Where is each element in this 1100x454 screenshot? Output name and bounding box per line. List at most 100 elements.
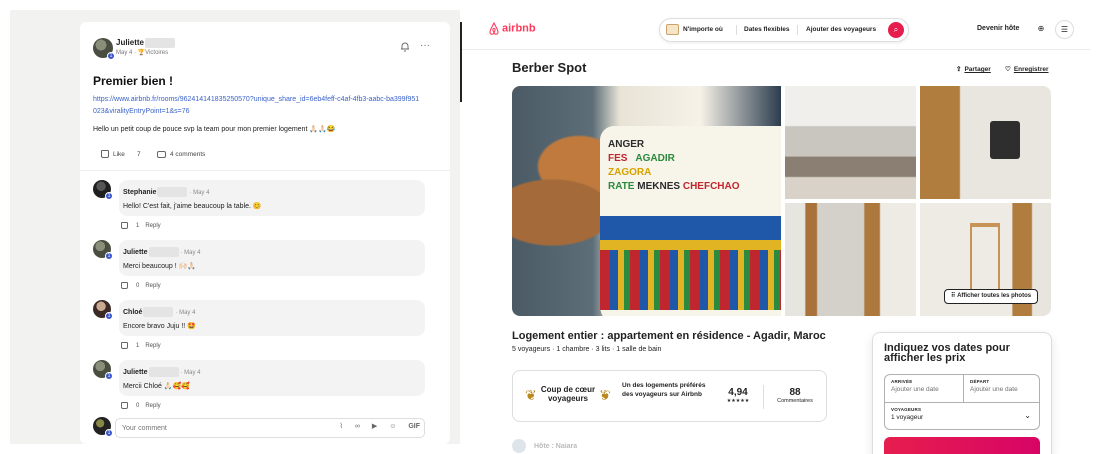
save-button[interactable]: ♡ Enregistrer xyxy=(1005,65,1049,73)
listing-specs: 5 voyageurs · 1 chambre · 3 lits · 1 sal… xyxy=(512,346,662,353)
share-icon: ⇪ xyxy=(956,66,962,73)
bell-icon[interactable] xyxy=(400,41,410,52)
like-button[interactable]: Like xyxy=(93,147,133,163)
review-count: 88 xyxy=(789,387,801,398)
guest-favorite-title: Coup de cœur voyageurs xyxy=(540,385,596,403)
redacted-surname xyxy=(145,38,176,48)
photo-gallery: ANGER FES AGADIR ZAGORA RATE MEKNES CHEF… xyxy=(512,86,1051,316)
chevron-down-icon: ⌄ xyxy=(1024,411,1031,420)
search-dates[interactable]: Dates flexibles xyxy=(744,19,790,41)
rating-value: 4,94 xyxy=(728,387,748,398)
post-link[interactable]: https://www.airbnb.fr/rooms/962414141835… xyxy=(93,94,423,118)
search-icon[interactable]: ⌕ xyxy=(888,22,904,38)
cup-word: ANGER xyxy=(608,139,645,150)
laurel-right-icon: ❦ xyxy=(599,387,611,403)
reply-button[interactable]: Reply xyxy=(145,403,160,409)
search-bar[interactable]: N'importe où Dates flexibles Ajouter des… xyxy=(659,18,909,42)
laurel-left-icon: ❦ xyxy=(525,387,537,403)
post-title: Premier bien ! xyxy=(93,74,174,88)
comment-like-count: 0 xyxy=(136,403,140,410)
listing-title: Berber Spot xyxy=(512,60,587,75)
guest-favorite-card[interactable]: ❦ Coup de cœur voyageurs ❦ Un des logeme… xyxy=(512,370,827,422)
commenter-name[interactable]: Stephanie · May 4 xyxy=(123,187,209,197)
search-where[interactable]: N'importe où xyxy=(666,19,723,41)
become-host-link[interactable]: Devenir hôte xyxy=(977,25,1019,32)
host-row: Hôte : Naiara xyxy=(512,439,577,453)
commenter-name[interactable]: Juliette · May 4 xyxy=(123,367,200,377)
comment-like-count: 1 xyxy=(136,223,140,230)
post-body: Hello un petit coup de pouce svp la team… xyxy=(93,126,336,133)
post-date: May 4 xyxy=(116,50,133,56)
reviews-label: Commentaires xyxy=(777,398,813,404)
globe-icon[interactable]: ⊕ xyxy=(1034,22,1048,36)
cup-word: FES xyxy=(608,153,628,164)
commenter-name[interactable]: Juliette · May 4 xyxy=(123,247,200,257)
reply-button[interactable]: Reply xyxy=(145,283,160,289)
my-avatar: 1 xyxy=(93,417,113,437)
composer-tools: ⌇ ∞ ▶ ☺ GIF xyxy=(330,422,420,430)
thumbs-up-icon[interactable] xyxy=(121,402,128,409)
star-icons: ★★★★★ xyxy=(726,398,750,404)
comments-button[interactable]: 4 comments xyxy=(157,147,205,163)
search-guests[interactable]: Ajouter des voyageurs xyxy=(806,19,876,41)
living-room-photo[interactable] xyxy=(785,86,916,199)
commenter-avatar[interactable]: 1 xyxy=(93,180,113,200)
post-category: Victoires xyxy=(145,50,169,56)
comment-text: Encore bravo Juju !! 🤩 xyxy=(123,323,196,330)
author-avatar[interactable]: 1 xyxy=(93,38,115,60)
screenshot-root: 1 Juliette May 4 · 🏆Victoires ··· Premie… xyxy=(0,0,1100,454)
link-icon[interactable]: ∞ xyxy=(355,423,360,430)
main-photo[interactable]: ANGER FES AGADIR ZAGORA RATE MEKNES CHEF… xyxy=(512,86,781,316)
comment-bubble: Juliette · May 4 Merci beaucoup ! 🙌🏻🙏🏻 xyxy=(119,240,425,276)
guests-select[interactable]: VOYAGEURS 1 voyageur ⌄ xyxy=(885,402,1039,429)
host-avatar xyxy=(512,439,526,453)
cup-word: CHEFCHAO xyxy=(682,181,740,192)
departure-field[interactable]: DÉPART Ajouter une date xyxy=(963,375,1041,402)
airbnb-logo[interactable]: airbnb xyxy=(488,22,536,35)
commenter-avatar[interactable]: 1 xyxy=(93,360,113,380)
commenter-name[interactable]: Chloé · May 4 xyxy=(123,307,195,317)
attachment-icon[interactable]: ⌇ xyxy=(340,423,343,430)
show-all-photos-button[interactable]: ⠿ Afficher toutes les photos xyxy=(944,289,1039,304)
thumbs-up-icon[interactable] xyxy=(121,342,128,349)
commenter-avatar[interactable]: 1 xyxy=(93,300,113,320)
hallway-photo[interactable] xyxy=(785,203,916,316)
arrival-field[interactable]: ARRIVÉE Ajouter une date xyxy=(885,375,963,402)
comment-bubble: Juliette · May 4 Mercii Chloé 🙏🏻🥰🥰 xyxy=(119,360,425,396)
post-header: 1 Juliette May 4 · 🏆Victoires ··· xyxy=(93,38,438,60)
gif-button[interactable]: GIF xyxy=(408,423,420,430)
airbnb-pane: airbnb N'importe où Dates flexibles Ajou… xyxy=(462,10,1090,454)
map-icon xyxy=(666,23,679,35)
comment-bubble: Chloé · May 4 Encore bravo Juju !! 🤩 xyxy=(119,300,425,336)
comment-text: Merci beaucoup ! 🙌🏻🙏🏻 xyxy=(123,263,197,270)
date-picker: ARRIVÉE Ajouter une date DÉPART Ajouter … xyxy=(884,374,1040,430)
menu-icon[interactable]: ☰ xyxy=(1055,20,1074,39)
comment-like-count: 0 xyxy=(136,283,140,290)
commenter-avatar[interactable]: 1 xyxy=(93,240,113,260)
author-name[interactable]: Juliette xyxy=(116,38,176,48)
like-count: 7 xyxy=(137,151,141,158)
cup-word: RATE xyxy=(608,181,635,192)
reply-button[interactable]: Reply xyxy=(145,343,160,349)
emoji-icon[interactable]: ☺ xyxy=(389,423,396,430)
thumbs-up-icon[interactable] xyxy=(121,222,128,229)
share-button[interactable]: ⇪ Partager xyxy=(956,65,991,73)
reply-button[interactable]: Reply xyxy=(145,223,160,229)
thumbs-up-icon[interactable] xyxy=(121,282,128,289)
video-icon[interactable]: ▶ xyxy=(372,423,377,430)
comment-actions: 0 Reply xyxy=(121,282,161,289)
comment-actions: 0 Reply xyxy=(121,402,161,409)
cup-word: AGADIR xyxy=(635,153,675,164)
door-lockbox-photo[interactable] xyxy=(920,86,1051,199)
airbnb-logo-icon xyxy=(489,22,499,35)
airbnb-header: airbnb N'importe où Dates flexibles Ajou… xyxy=(462,10,1090,50)
comment-bubble: Stephanie · May 4 Hello! C'est fait, j'a… xyxy=(119,180,425,216)
post-card: 1 Juliette May 4 · 🏆Victoires ··· Premie… xyxy=(80,22,450,444)
reviews[interactable]: 88 Commentaires xyxy=(770,387,820,404)
reserve-button[interactable] xyxy=(884,437,1040,454)
heart-icon: ♡ xyxy=(1005,66,1011,73)
listing-subtitle: Logement entier : appartement en résiden… xyxy=(512,330,826,342)
comment-actions: 1 Reply xyxy=(121,222,161,229)
more-options-icon[interactable]: ··· xyxy=(420,40,430,51)
booking-title: Indiquez vos dates pour afficher les pri… xyxy=(884,342,1010,364)
